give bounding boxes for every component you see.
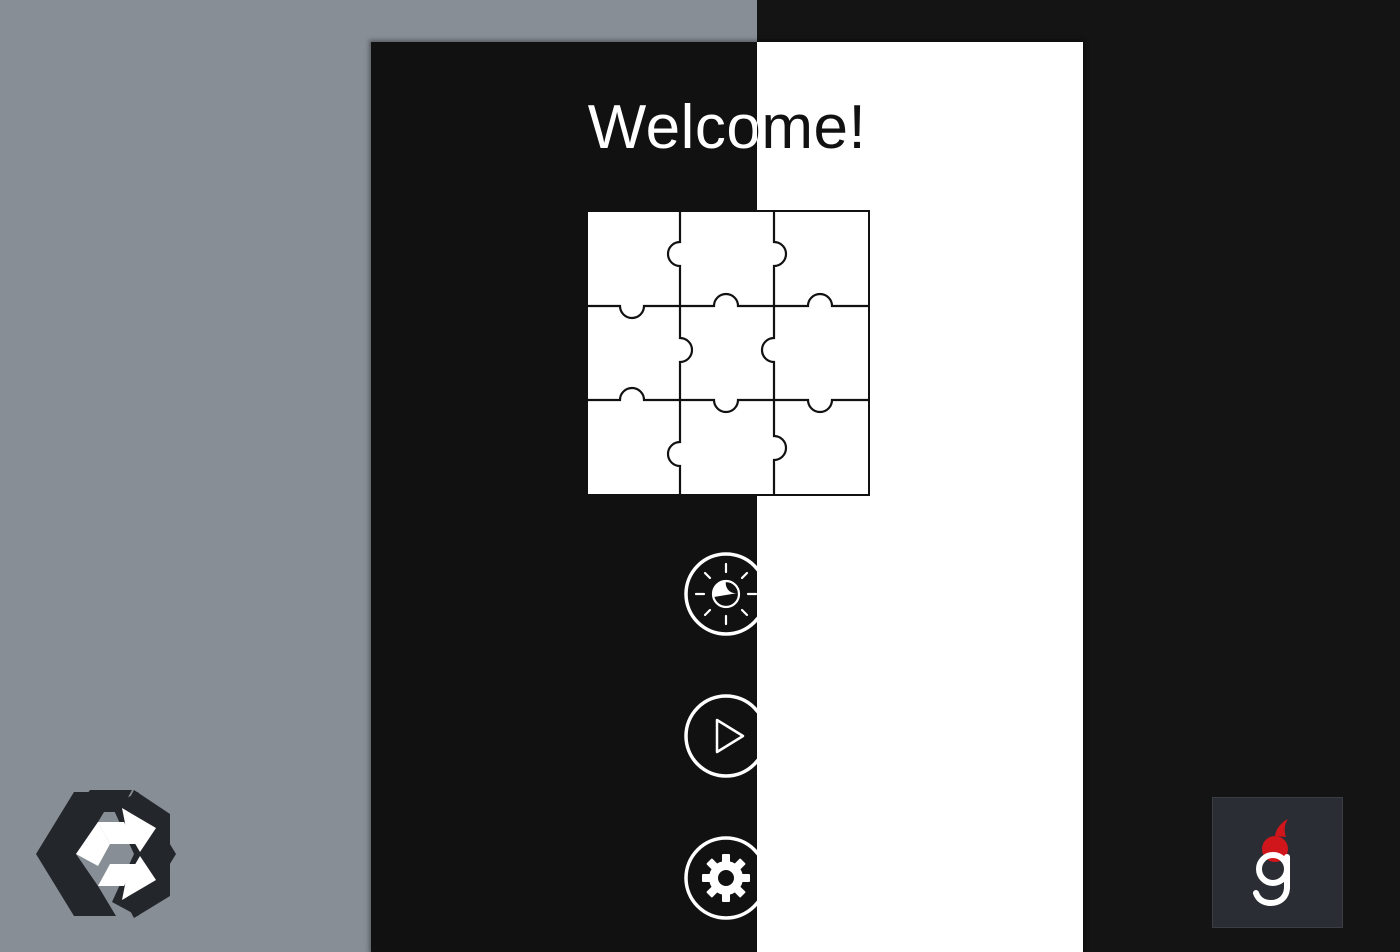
play-icon [684, 694, 768, 778]
play-button[interactable] [684, 694, 768, 778]
gear-icon [684, 836, 768, 920]
sun-moon-icon [684, 552, 768, 636]
theme-toggle-button[interactable] [684, 552, 768, 636]
jigsaw-puzzle-icon [586, 210, 870, 496]
g-logo-icon [1253, 819, 1290, 907]
unity-logo [36, 790, 176, 918]
g-logo [1212, 797, 1343, 928]
light-half-edge [757, 540, 777, 940]
welcome-title-light: Welcome! [757, 93, 867, 162]
game-screen: Welcome! Welcome! [371, 42, 1083, 952]
settings-button[interactable] [684, 836, 768, 920]
dark-theme-half [371, 42, 757, 952]
